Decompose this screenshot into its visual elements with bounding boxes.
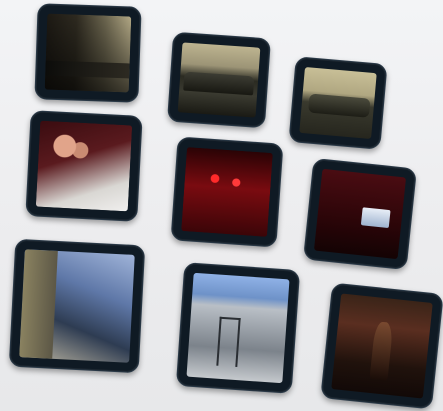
dark-interior-photo-thumbnail bbox=[331, 293, 433, 399]
gallery-thumbnail-9[interactable] bbox=[320, 282, 443, 410]
gallery-thumbnail-1[interactable] bbox=[34, 3, 142, 103]
sofa-photo-thumbnail bbox=[177, 42, 261, 118]
red-lit-stage-photo-thumbnail bbox=[181, 147, 273, 237]
sofa-photo-thumbnail bbox=[299, 66, 377, 140]
photo-gallery-grid bbox=[0, 0, 443, 411]
gallery-thumbnail-2[interactable] bbox=[166, 31, 272, 129]
gallery-thumbnail-7[interactable] bbox=[8, 238, 146, 374]
people-at-desk-photo-thumbnail bbox=[35, 120, 133, 212]
gallery-thumbnail-5[interactable] bbox=[170, 136, 284, 248]
office-photo-thumbnail bbox=[44, 13, 132, 93]
gallery-thumbnail-8[interactable] bbox=[175, 262, 301, 394]
laptop-in-red-room-photo-thumbnail bbox=[313, 168, 407, 260]
gallery-thumbnail-6[interactable] bbox=[302, 157, 418, 271]
building-facade-photo-thumbnail bbox=[186, 272, 290, 384]
glass-window-photo-thumbnail bbox=[19, 249, 135, 363]
gallery-thumbnail-4[interactable] bbox=[25, 110, 143, 222]
gallery-thumbnail-3[interactable] bbox=[288, 56, 388, 150]
